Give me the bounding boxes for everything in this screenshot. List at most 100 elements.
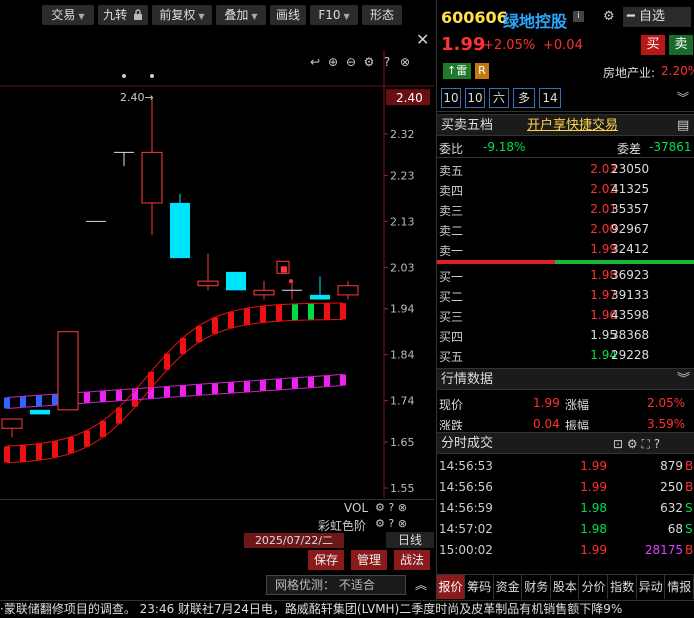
bid-row[interactable]: 买三 1.96 43598 — [437, 306, 694, 326]
diff-label: 委差 — [617, 142, 642, 156]
rainbow-lower-segment — [324, 375, 330, 387]
bottom-tab[interactable]: 资金 — [494, 575, 523, 599]
save-button[interactable]: 保存 — [308, 550, 344, 570]
chevron-down-icon: ▼ — [78, 12, 85, 21]
battle-button[interactable]: 战法 — [394, 550, 430, 570]
ask-row[interactable]: 卖一 1.99 32412 — [437, 240, 694, 260]
gear-icon[interactable]: ⚙ — [375, 501, 385, 514]
double-chevron-down-icon[interactable]: ︾ — [677, 369, 690, 391]
close-icon[interactable]: ⊗ — [398, 501, 407, 514]
ask-row[interactable]: 卖五 2.03 23050 — [437, 160, 694, 180]
expand-icon[interactable]: ⛶ — [641, 437, 649, 451]
ask-row[interactable]: 卖四 2.02 41325 — [437, 180, 694, 200]
nine-turn-button[interactable]: 九转 — [98, 5, 148, 25]
level-10-tab[interactable]: 10 — [441, 88, 461, 108]
industry-label[interactable]: 房地产业: — [603, 64, 655, 81]
gear-icon[interactable]: ⚙ — [375, 517, 385, 530]
draw-line-label: 画线 — [275, 8, 300, 22]
chevron-down-icon: ▼ — [343, 12, 350, 21]
ratio-row: 委比 -9.18% 委差 -37861 — [437, 138, 694, 158]
trade-dropdown[interactable]: 交易 ▼ — [42, 5, 94, 25]
manage-button[interactable]: 管理 — [351, 550, 387, 570]
bid-row[interactable]: 买四 1.95 38368 — [437, 326, 694, 346]
calculator-icon[interactable]: ▤ — [677, 115, 689, 137]
add-watchlist-button[interactable]: ━ 自选 — [623, 7, 691, 27]
thunder-badge[interactable]: ↑雷 — [443, 63, 472, 79]
close-icon[interactable]: ✕ — [416, 30, 429, 49]
price-tag-label: 2.40 — [396, 91, 423, 105]
tick-label: 1.84 — [390, 349, 415, 362]
trade-direction: B — [685, 543, 694, 557]
bid-row[interactable]: 买二 1.97 39133 — [437, 286, 694, 306]
rainbow-lower-segment — [116, 389, 122, 401]
pattern-button[interactable]: 形态 — [362, 5, 402, 25]
double-chevron-up-icon[interactable]: ︽ — [408, 575, 434, 595]
overlay-dropdown[interactable]: 叠加 ▼ — [216, 5, 266, 25]
help-icon[interactable]: ? — [388, 501, 394, 514]
candle-body-up — [337, 285, 359, 296]
trade-time: 14:56:56 — [439, 480, 493, 494]
trade-time: 15:00:02 — [439, 543, 493, 557]
minus-icon: ━ — [627, 9, 635, 24]
info-icon[interactable]: i — [573, 11, 584, 22]
trade-label: 交易 — [51, 8, 76, 22]
ask-row[interactable]: 卖二 2.00 92967 — [437, 220, 694, 240]
price-label: 现价 — [439, 398, 464, 412]
gear-icon[interactable]: ⚙ — [627, 437, 638, 451]
cursor-date: 2025/07/22/二 — [244, 533, 344, 548]
six-tab[interactable]: 六 — [489, 88, 509, 108]
level-10b-tab[interactable]: 10 — [465, 88, 485, 108]
rainbow-upper-segment — [196, 325, 202, 343]
bid-row[interactable]: 买五 1.94 29228 — [437, 346, 694, 366]
bottom-tab[interactable]: 情报 — [666, 575, 694, 599]
f10-dropdown[interactable]: F10 ▼ — [310, 5, 358, 25]
bottom-tab[interactable]: 分价 — [580, 575, 608, 599]
level-volume: 32412 — [611, 242, 650, 256]
candle-body-up — [57, 331, 79, 411]
buy-button[interactable]: 买 — [641, 35, 665, 55]
change-label: 涨跌 — [439, 419, 464, 430]
r-badge[interactable]: R — [475, 63, 489, 79]
help-icon[interactable]: ? — [654, 437, 660, 451]
rainbow-upper-segment — [228, 311, 234, 329]
news-ticker[interactable]: ·蒙联储翻修项目的调查。 23:46 财联社7月24日电，路威酩轩集团(LVMH… — [0, 600, 694, 618]
level-14-tab[interactable]: 14 — [539, 88, 561, 108]
change-pct-label: 涨幅 — [565, 398, 590, 412]
tick-label: 1.65 — [390, 436, 415, 449]
quote-panel: 600606 绿地控股 i ⚙ ━ 自选 1.99 +2.05% +0.04 买… — [436, 0, 694, 600]
bottom-tab[interactable]: 股本 — [551, 575, 580, 599]
draw-line-button[interactable]: 画线 — [270, 5, 306, 25]
bottom-tab[interactable]: 指数 — [609, 575, 637, 599]
adjust-dropdown[interactable]: 前复权 ▼ — [152, 5, 212, 25]
ask-row[interactable]: 卖三 2.01 35357 — [437, 200, 694, 220]
tick-label: 1.94 — [390, 303, 415, 316]
double-chevron-down-icon[interactable]: ︾ — [677, 89, 689, 106]
bottom-tab[interactable]: 异动 — [637, 575, 666, 599]
grid-optimization-field[interactable]: 网格优测： 不适合 — [266, 575, 406, 595]
help-icon[interactable]: ? — [388, 517, 394, 530]
rainbow-bands — [4, 302, 346, 464]
period-selector[interactable]: 日线 — [386, 532, 434, 548]
bid-row[interactable]: 买一 1.98 36923 — [437, 266, 694, 286]
trade-time: 14:56:59 — [439, 501, 493, 515]
candle-body-up — [1, 418, 23, 429]
trades-controls: ⊡ ⚙ ⛶ ? — [613, 433, 660, 455]
open-account-link[interactable]: 开户享快捷交易 — [527, 115, 618, 137]
candle-body-up — [197, 280, 219, 287]
sell-button[interactable]: 卖 — [669, 35, 693, 55]
multi-tab[interactable]: 多 — [513, 88, 535, 108]
vol-indicator-strip: VOL ⚙ ? ⊗ — [0, 499, 434, 517]
bottom-tab[interactable]: 财务 — [523, 575, 551, 599]
close-icon[interactable]: ⊗ — [398, 517, 407, 530]
gear-icon[interactable]: ⚙ — [603, 9, 615, 24]
bottom-tab[interactable]: 筹码 — [466, 575, 494, 599]
chevron-down-icon: ▼ — [198, 12, 205, 21]
trade-price: 1.99 — [580, 480, 607, 494]
bottom-tab[interactable]: 报价 — [437, 575, 465, 599]
industry-change: 2.20% — [661, 64, 694, 78]
watchlist-label: 自选 — [638, 9, 665, 24]
vol-label: VOL — [344, 501, 369, 515]
lock-icon[interactable]: ⊡ — [613, 437, 623, 451]
rainbow-lower-segment — [292, 377, 298, 389]
bid-list: 买一 1.98 36923 买二 1.97 39133 买三 1.96 43598 买四 1.95 3… — [437, 266, 694, 366]
